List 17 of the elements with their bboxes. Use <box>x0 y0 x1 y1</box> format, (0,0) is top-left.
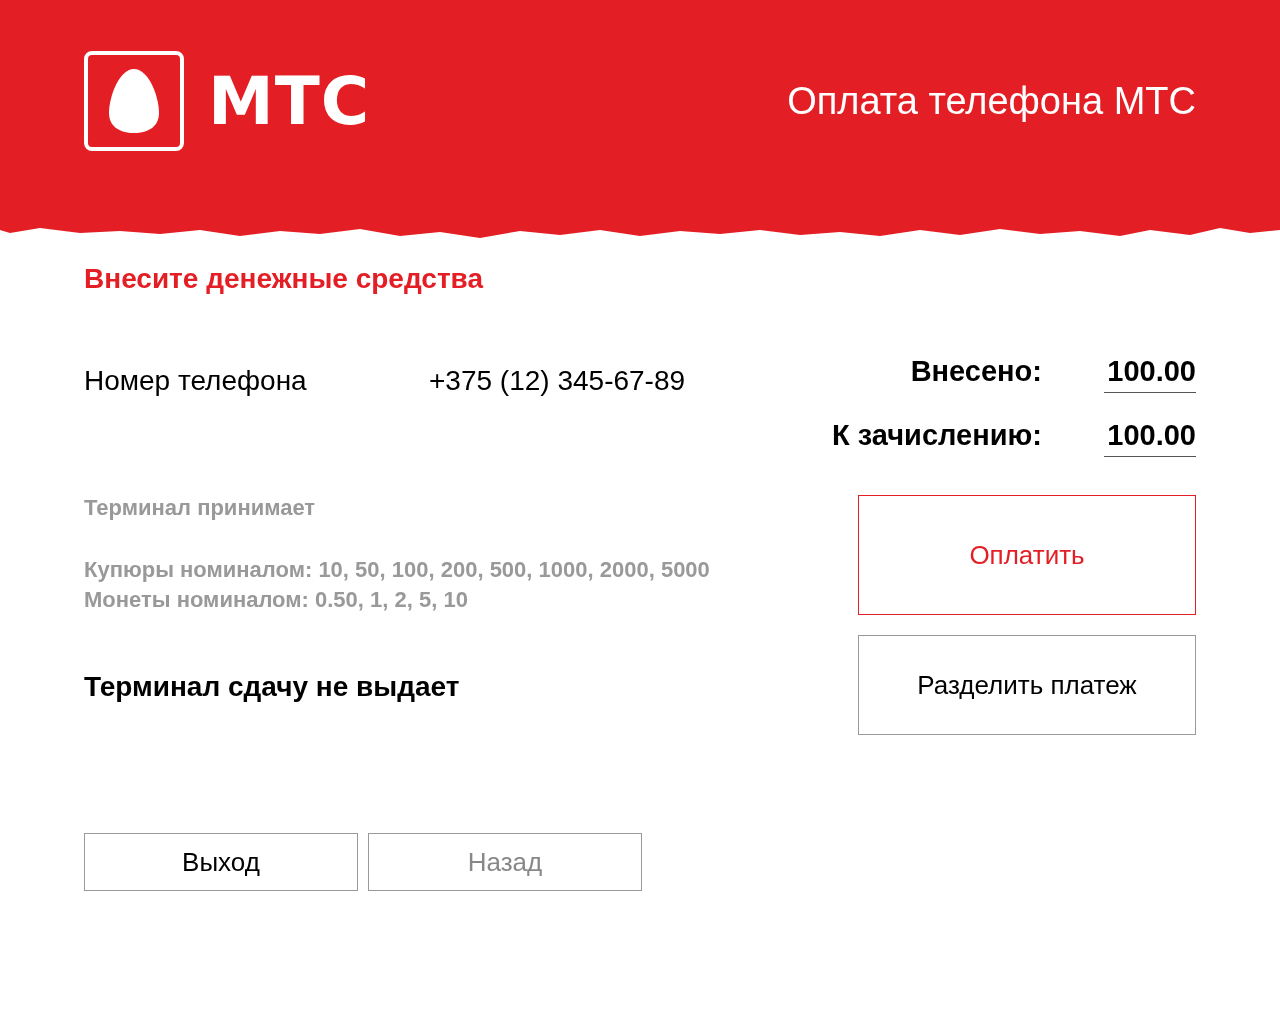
notice-text: Терминал сдачу не выдает <box>84 671 461 703</box>
amount-label: К зачислению: <box>832 419 1042 452</box>
exit-button[interactable]: Выход <box>84 833 358 891</box>
phone-number: +375 (12) 345-67-89 <box>429 365 686 398</box>
logo-text: МТС <box>208 62 371 140</box>
amount-value: 100.00 <box>1104 355 1196 393</box>
amount-value: 100.00 <box>1104 419 1196 457</box>
egg-logo-icon <box>84 51 184 151</box>
amount-label: Внесено: <box>910 355 1042 388</box>
denomination-text: Монеты номиналом: 0.50, 1, 2, 5, 10 <box>84 586 469 614</box>
page-title: Оплата телефона МТС <box>787 79 1196 123</box>
split-payment-button[interactable]: Разделить платеж <box>858 635 1196 735</box>
denomination-text: Купюры номиналом: 10, 50, 100, 200, 500, 1000, 2000, 5000 <box>84 556 710 584</box>
pay-button[interactable]: Оплатить <box>858 495 1196 615</box>
phone-label: Номер телефона <box>84 365 308 398</box>
info-title: Терминал принимает <box>84 495 317 521</box>
section-heading: Внесите денежные средства <box>84 263 485 295</box>
